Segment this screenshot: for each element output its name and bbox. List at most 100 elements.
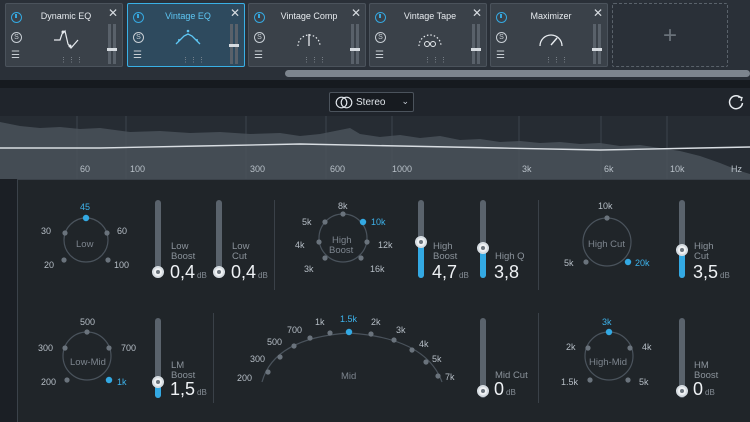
chevron-down-icon: ⌄ — [401, 96, 409, 106]
param-name: Boost — [171, 251, 196, 262]
module-vintage-comp[interactable]: Vintage Comp ✕ S ☰ ⋮⋮⋮ — [248, 3, 366, 67]
high-freq-option[interactable]: 10k — [371, 217, 386, 227]
low-mid-option[interactable]: 1k — [117, 377, 127, 387]
high-cut-option[interactable]: 10k — [598, 201, 613, 211]
module-dynamic-eq[interactable]: Dynamic EQ ✕ S ☰ ⋮⋮⋮ — [5, 3, 123, 67]
low-boost-fader[interactable] — [155, 200, 161, 272]
solo-icon[interactable]: S — [11, 32, 22, 43]
add-icon: + — [662, 22, 677, 49]
high-freq-option[interactable]: 8k — [338, 201, 348, 211]
high-cut-handle[interactable] — [676, 244, 688, 256]
mid-option[interactable]: 700 — [287, 325, 302, 335]
spectrum-display[interactable]: 60 100 300 600 1000 3k 6k 10k Hz — [0, 116, 750, 179]
low-cut-handle[interactable] — [213, 266, 225, 278]
channel-mode-value: Stereo — [356, 97, 386, 108]
high-mid-option[interactable]: 2k — [566, 342, 576, 352]
solo-icon[interactable]: S — [375, 32, 386, 43]
lm-boost-handle[interactable] — [152, 376, 164, 388]
list-icon[interactable]: ☰ — [496, 51, 505, 61]
close-icon[interactable]: ✕ — [593, 7, 603, 19]
close-icon[interactable]: ✕ — [108, 7, 118, 19]
high-cut-option[interactable]: 5k — [564, 258, 574, 268]
low-mid-option[interactable]: 300 — [38, 343, 53, 353]
solo-icon[interactable]: S — [133, 32, 144, 43]
low-freq-option[interactable]: 100 — [114, 260, 129, 270]
drag-handle-icon[interactable]: ⋮⋮⋮ — [545, 56, 569, 64]
module-toolbar: Stereo ⌄ — [0, 88, 750, 116]
high-mid-frequency-knob[interactable] — [580, 328, 638, 384]
mid-cut-handle[interactable] — [477, 385, 489, 397]
freq-label: 300 — [250, 164, 266, 174]
low-cut-fader[interactable] — [216, 200, 222, 272]
reset-icon[interactable] — [727, 93, 745, 111]
power-icon[interactable] — [11, 12, 22, 23]
solo-icon[interactable]: S — [496, 32, 507, 43]
mid-option[interactable]: 3k — [396, 325, 406, 335]
high-boost-handle[interactable] — [415, 236, 427, 248]
list-icon[interactable]: ☰ — [133, 51, 142, 61]
ozone-vintage-eq-window: Dynamic EQ ✕ S ☰ ⋮⋮⋮ Vintage EQ ✕ S ☰ ⋮⋮… — [0, 0, 750, 422]
mid-option[interactable]: 5k — [432, 354, 442, 364]
power-icon[interactable] — [496, 12, 507, 23]
low-mid-option[interactable]: 700 — [121, 343, 136, 353]
drag-handle-icon[interactable]: ⋮⋮⋮ — [182, 56, 206, 64]
mid-option[interactable]: 300 — [250, 354, 265, 364]
high-mid-option[interactable]: 3k — [602, 317, 612, 327]
mid-option[interactable]: 2k — [371, 317, 381, 327]
mid-option[interactable]: 500 — [267, 337, 282, 347]
close-icon[interactable]: ✕ — [472, 7, 482, 19]
output-meter-right — [112, 24, 116, 64]
mid-option[interactable]: 7k — [445, 372, 455, 382]
high-mid-option[interactable]: 4k — [642, 342, 652, 352]
low-mid-frequency-knob[interactable] — [59, 328, 115, 384]
power-icon[interactable] — [133, 12, 144, 23]
drag-handle-icon[interactable]: ⋮⋮⋮ — [60, 56, 84, 64]
low-mid-option[interactable]: 200 — [41, 377, 56, 387]
solo-icon[interactable]: S — [254, 32, 265, 43]
list-icon[interactable]: ☰ — [254, 51, 263, 61]
list-icon[interactable]: ☰ — [375, 51, 384, 61]
low-boost-handle[interactable] — [152, 266, 164, 278]
low-mid-option[interactable]: 500 — [80, 317, 95, 327]
output-meter-right — [355, 24, 359, 64]
module-maximizer[interactable]: Maximizer ✕ S ☰ ⋮⋮⋮ — [490, 3, 608, 67]
high-q-handle[interactable] — [477, 242, 489, 254]
high-freq-option[interactable]: 12k — [378, 240, 393, 250]
low-freq-option[interactable]: 60 — [117, 226, 127, 236]
close-icon[interactable]: ✕ — [351, 7, 361, 19]
band-name: Low — [76, 239, 94, 250]
high-cut-option[interactable]: 20k — [635, 258, 650, 268]
hm-boost-handle[interactable] — [676, 385, 688, 397]
mid-option[interactable]: 200 — [237, 373, 252, 383]
drag-handle-icon[interactable]: ⋮⋮⋮ — [303, 56, 327, 64]
high-mid-option[interactable]: 1.5k — [561, 377, 578, 387]
add-module-slot[interactable]: + — [612, 3, 728, 67]
high-freq-option[interactable]: 5k — [302, 217, 312, 227]
close-icon[interactable]: ✕ — [230, 7, 240, 19]
band-name: Low-Mid — [70, 357, 106, 368]
high-freq-option[interactable]: 16k — [370, 264, 385, 274]
drag-handle-icon[interactable]: ⋮⋮⋮ — [424, 56, 448, 64]
low-freq-option[interactable]: 20 — [44, 260, 54, 270]
low-freq-option[interactable]: 30 — [41, 226, 51, 236]
divider — [538, 200, 539, 290]
power-icon[interactable] — [254, 12, 265, 23]
mid-option[interactable]: 4k — [419, 339, 429, 349]
low-freq-option[interactable]: 45 — [80, 202, 90, 212]
mid-option[interactable]: 1.5k — [340, 314, 357, 324]
module-vintage-tape[interactable]: Vintage Tape ✕ S ☰ ⋮⋮⋮ — [369, 3, 487, 67]
list-icon[interactable]: ☰ — [11, 51, 20, 61]
high-mid-option[interactable]: 5k — [639, 377, 649, 387]
param-name: Boost — [433, 251, 458, 262]
param-name: Cut — [694, 251, 709, 262]
high-freq-option[interactable]: 3k — [304, 264, 314, 274]
power-icon[interactable] — [375, 12, 386, 23]
chain-scrollbar-thumb[interactable] — [285, 70, 750, 77]
module-vintage-eq[interactable]: Vintage EQ ✕ S ☰ ⋮⋮⋮ — [127, 3, 245, 67]
channel-mode-select[interactable]: Stereo ⌄ — [329, 92, 414, 112]
divider — [0, 80, 750, 88]
module-title: Vintage Comp — [280, 11, 338, 21]
high-freq-option[interactable]: 4k — [295, 240, 305, 250]
freq-label: 600 — [330, 164, 346, 174]
mid-option[interactable]: 1k — [315, 317, 325, 327]
